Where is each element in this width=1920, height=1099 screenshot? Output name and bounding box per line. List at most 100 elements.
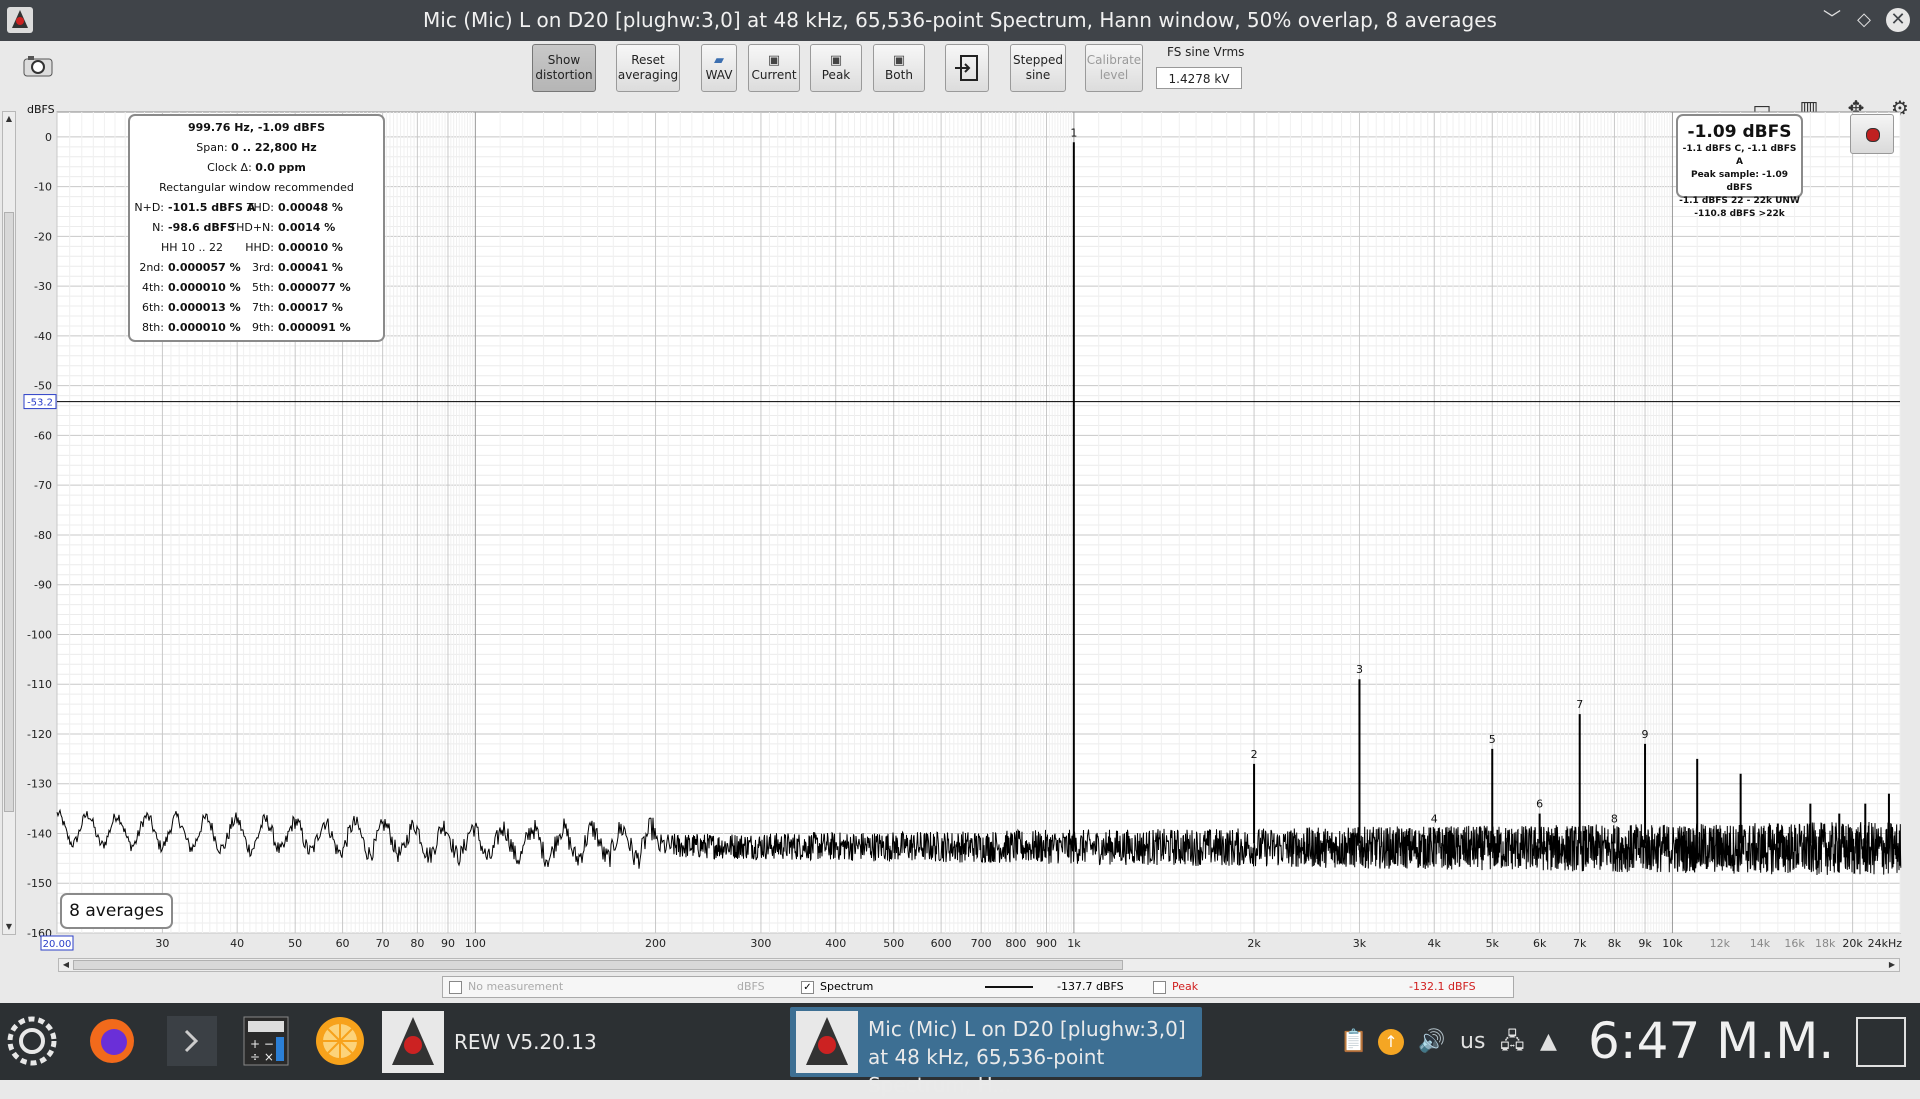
firefox-icon[interactable] bbox=[84, 1013, 140, 1069]
export-button[interactable] bbox=[945, 44, 989, 92]
x-tick-label: 30 bbox=[155, 937, 169, 950]
harmonic-peak-label: 2 bbox=[1251, 748, 1258, 761]
minimize-button[interactable]: ﹀ bbox=[1820, 8, 1844, 32]
terminal-icon[interactable] bbox=[164, 1013, 220, 1069]
record-button[interactable] bbox=[1850, 114, 1894, 154]
orange-app-icon[interactable] bbox=[312, 1013, 368, 1069]
no-measurement-checkbox[interactable] bbox=[449, 980, 462, 994]
harmonic-row: 6th: 0.000013 % 7th: 0.00017 % bbox=[130, 300, 383, 316]
harmonic-peak-label: 7 bbox=[1576, 698, 1583, 711]
x-tick-label: 3k bbox=[1353, 937, 1367, 950]
rew-task-icon bbox=[382, 1011, 444, 1073]
y-tick-label: -80 bbox=[34, 529, 52, 542]
spectrum-value: -137.7 dBFS bbox=[1057, 980, 1124, 993]
x-tick-label: 1k bbox=[1067, 937, 1081, 950]
maximize-button[interactable]: ◇ bbox=[1852, 8, 1876, 32]
harmonic-value: 0.000091 % bbox=[278, 321, 351, 334]
x-tick-label: 18k bbox=[1815, 937, 1836, 950]
x-tick-label: 5k bbox=[1486, 937, 1500, 950]
n-label: N: bbox=[152, 221, 164, 234]
calibrate-level-button[interactable]: Calibrate level bbox=[1085, 44, 1143, 92]
harmonic-peak-label: 9 bbox=[1642, 728, 1649, 741]
task-rew-main[interactable]: REW V5.20.13 bbox=[378, 1007, 788, 1077]
x-tick-label: 16k bbox=[1784, 937, 1805, 950]
volume-icon[interactable]: 🔊 bbox=[1418, 1029, 1445, 1055]
svg-text:÷ ×: ÷ × bbox=[250, 1050, 274, 1064]
stepped-sine-button[interactable]: Stepped sine bbox=[1010, 44, 1066, 92]
x-tick-label: 24kHz bbox=[1868, 937, 1903, 950]
hh-range-label: HH 10 .. 22 bbox=[160, 241, 224, 254]
harmonic-row: 8th: 0.000010 % 9th: 0.000091 % bbox=[130, 320, 383, 336]
reset-averaging-button[interactable]: Reset averaging bbox=[616, 44, 680, 92]
level-above-22k: -110.8 dBFS >22k bbox=[1694, 209, 1785, 219]
show-distortion-button[interactable]: Show distortion bbox=[532, 44, 596, 92]
scroll-right-arrow-icon[interactable]: ▶ bbox=[1885, 959, 1899, 971]
spectrum-label: Spectrum bbox=[820, 980, 874, 993]
y-tick-label: -140 bbox=[27, 827, 52, 840]
x-tick-label: 60 bbox=[336, 937, 350, 950]
camera-icon[interactable] bbox=[22, 53, 54, 79]
harmonic-label: 9th: bbox=[252, 321, 274, 334]
no-measurement-item[interactable]: No measurement bbox=[449, 977, 563, 997]
x-tick-label: 800 bbox=[1005, 937, 1026, 950]
show-distortion-label-2: distortion bbox=[535, 68, 593, 82]
level-readout-panel: -1.09 dBFS -1.1 dBFS C, -1.1 dBFS A Peak… bbox=[1676, 114, 1803, 219]
window-title-bar: Mic (Mic) L on D20 [plughw:3,0] at 48 kH… bbox=[0, 0, 1920, 41]
scroll-left-arrow-icon[interactable]: ◀ bbox=[59, 959, 73, 971]
clock[interactable]: 6:47 M.M. bbox=[1588, 1011, 1834, 1071]
show-desktop-icon[interactable] bbox=[1856, 1017, 1906, 1067]
x-tick-label: 50 bbox=[288, 937, 302, 950]
x-tick-label: 900 bbox=[1036, 937, 1057, 950]
peak-item[interactable]: Peak bbox=[1153, 977, 1198, 997]
task-rew-spectrum[interactable]: Mic (Mic) L on D20 [plughw:3,0] at 48 kH… bbox=[790, 1007, 1202, 1097]
harmonic-label: 2nd: bbox=[139, 261, 164, 274]
y-tick-label: -150 bbox=[27, 877, 52, 890]
export-icon bbox=[955, 55, 978, 81]
save-both-button[interactable]: ▣ Both bbox=[873, 44, 925, 92]
horizontal-scrollbar[interactable]: ◀ ▶ bbox=[58, 958, 1900, 972]
save-peak-button[interactable]: ▣ Peak bbox=[810, 44, 862, 92]
harmonic-value: 0.00041 % bbox=[278, 261, 343, 274]
clipboard-icon[interactable]: 📋 bbox=[1340, 1029, 1367, 1055]
cursor-level-label: -53.2 bbox=[27, 398, 53, 409]
network-icon[interactable]: 🖧 bbox=[1500, 1029, 1525, 1055]
harmonic-value: 0.000077 % bbox=[278, 281, 351, 294]
close-button[interactable]: ✕ bbox=[1886, 8, 1910, 32]
spectrum-line-swatch bbox=[985, 986, 1033, 988]
x-tick-label: 4k bbox=[1428, 937, 1442, 950]
y-tick-label: -40 bbox=[34, 330, 52, 343]
harmonic-label: 4th: bbox=[142, 281, 164, 294]
harmonic-peak-label: 4 bbox=[1431, 813, 1438, 826]
peak-value: -132.1 dBFS bbox=[1409, 980, 1476, 993]
y-tick-label: -130 bbox=[27, 778, 52, 791]
level-unweighted: -1.1 dBFS 22 - 22k UNW bbox=[1679, 196, 1800, 206]
hhd-label: HHD: bbox=[245, 241, 274, 254]
wav-label: WAV bbox=[705, 67, 733, 82]
peak-checkbox[interactable] bbox=[1153, 980, 1166, 994]
x-tick-label: 7k bbox=[1573, 937, 1587, 950]
toolbar: Show distortion Reset averaging ▰ WAV ▣ … bbox=[0, 41, 1920, 120]
hhd-value: 0.00010 % bbox=[278, 241, 343, 254]
application-launcher-icon[interactable] bbox=[4, 1013, 60, 1069]
legend-unit: dBFS bbox=[737, 980, 765, 993]
wav-button[interactable]: ▰ WAV bbox=[701, 44, 737, 92]
spectrum-checkbox[interactable]: ✓ bbox=[801, 980, 814, 994]
current-label: Current bbox=[751, 67, 797, 82]
save-current-button[interactable]: ▣ Current bbox=[748, 44, 800, 92]
stepped-sine-label-2: sine bbox=[1025, 68, 1051, 82]
x-tick-label: 80 bbox=[410, 937, 424, 950]
spectrum-item[interactable]: ✓ Spectrum bbox=[801, 977, 873, 997]
peak-label: Peak bbox=[821, 67, 851, 82]
harmonic-label: 5th: bbox=[252, 281, 274, 294]
update-notifier-icon[interactable]: ↑ bbox=[1378, 1029, 1404, 1055]
horizontal-scroll-thumb[interactable] bbox=[73, 960, 1123, 970]
harmonic-peak-label: 1 bbox=[1070, 126, 1077, 139]
level-weighted: -1.1 dBFS C, -1.1 dBFS A bbox=[1682, 144, 1797, 167]
fs-sine-vrms-field[interactable]: 1.4278 kV bbox=[1156, 67, 1242, 89]
harmonic-label: 3rd: bbox=[251, 261, 274, 274]
keyboard-layout[interactable]: us bbox=[1460, 1029, 1485, 1055]
thdn-label: THD+N: bbox=[229, 221, 274, 234]
calculator-icon[interactable]: + −÷ × bbox=[238, 1013, 294, 1069]
tray-expand-icon[interactable]: ▲ bbox=[1540, 1029, 1557, 1055]
y-tick-label: -110 bbox=[27, 678, 52, 691]
